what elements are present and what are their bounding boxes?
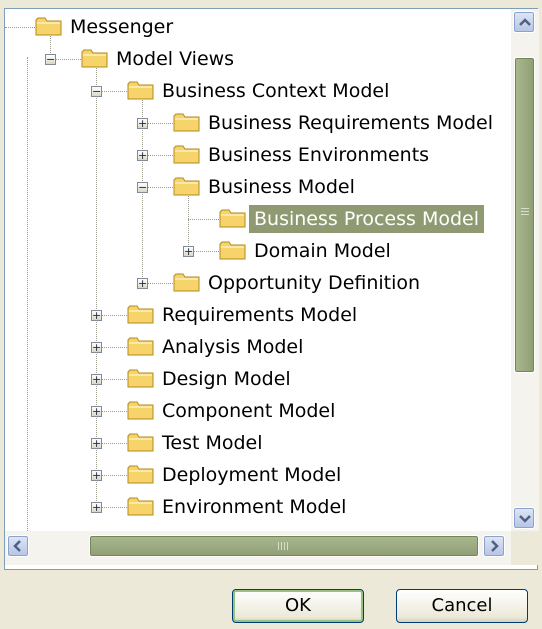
tree-item[interactable]: Messenger [5,11,511,43]
arrow-up-icon [519,18,531,26]
expand-icon[interactable]: + [91,502,102,513]
folder-icon [127,79,155,101]
tree-item[interactable]: + Domain Model [5,235,511,267]
expand-icon[interactable]: + [183,246,194,257]
expand-icon[interactable]: + [91,438,102,449]
tree-item-label: Requirements Model [162,304,358,326]
cancel-button[interactable]: Cancel [396,589,528,623]
folder-icon [173,271,201,293]
tree-item[interactable]: + Business Requirements Model [5,107,511,139]
folder-icon [127,335,155,357]
scroll-right-button[interactable] [483,535,505,557]
arrow-down-icon [519,515,531,523]
tree-item[interactable]: + Deployment Model [5,459,511,491]
horizontal-scroll-thumb[interactable] [89,535,479,557]
tree-item[interactable]: + Component Model [5,395,511,427]
tree-item-label: Business Model [208,176,355,198]
folder-icon [81,47,109,69]
folder-icon [127,399,155,421]
folder-icon [219,207,247,229]
tree-item-label: Business Requirements Model [208,112,493,134]
tree-item[interactable]: Business Process Model [5,203,511,235]
tree-item-label: Messenger [70,16,174,38]
folder-icon [219,239,247,261]
collapse-icon[interactable]: − [45,54,56,65]
expand-icon[interactable]: + [91,310,102,321]
folder-icon [127,431,155,453]
tree-item-label: Model Views [116,48,235,70]
folder-icon [35,15,63,37]
tree-item[interactable]: + Analysis Model [5,331,511,363]
ok-button[interactable]: OK [232,589,364,623]
collapse-icon[interactable]: − [137,182,148,193]
tree-item-label: Domain Model [254,240,391,262]
tree-item[interactable]: + Requirements Model [5,299,511,331]
tree-item[interactable]: − Model Views [5,43,511,75]
tree-item[interactable]: + Environment Model [5,491,511,523]
folder-icon [127,463,155,485]
folder-icon [127,303,155,325]
arrow-right-icon [491,540,499,552]
folder-icon [173,111,201,133]
tree-item-label: Business Context Model [162,80,390,102]
expand-icon[interactable]: + [91,374,102,385]
tree-item[interactable]: + Design Model [5,363,511,395]
tree-item[interactable]: − Business Model [5,171,511,203]
tree-item[interactable]: + Business Environments [5,139,511,171]
tree-item[interactable]: + Opportunity Definition [5,267,511,299]
folder-icon [127,495,155,517]
tree-item-label: Opportunity Definition [208,272,421,294]
arrow-left-icon [13,540,21,552]
folder-tree[interactable]: Messenger − Model Views − Business Context M… [5,9,511,531]
tree-item-label: Environment Model [162,496,347,518]
tree-item-label-selected: Business Process Model [249,205,484,233]
tree-item-label: Deployment Model [162,464,342,486]
expand-icon[interactable]: + [137,150,148,161]
expand-icon[interactable]: + [91,470,102,481]
collapse-icon[interactable]: − [91,86,102,97]
scroll-down-button[interactable] [513,507,535,529]
tree-connector-line [188,219,219,220]
tree-item-label: Analysis Model [162,336,304,358]
expand-icon[interactable]: + [137,118,148,129]
folder-icon [173,143,201,165]
scroll-left-button[interactable] [7,535,29,557]
tree-item-label: Design Model [162,368,291,390]
expand-icon[interactable]: + [91,406,102,417]
expand-icon[interactable]: + [91,342,102,353]
vertical-scroll-thumb[interactable] [514,57,535,373]
folder-icon [173,175,201,197]
tree-item-label: Component Model [162,400,336,422]
folder-icon [127,367,155,389]
tree-item-label: Business Environments [208,144,430,166]
tree-connector-line [5,27,35,28]
scrollbar-corner [511,531,539,565]
tree-item[interactable]: + Test Model [5,427,511,459]
scroll-up-button[interactable] [513,11,535,33]
expand-icon[interactable]: + [137,278,148,289]
folder-tree-panel: Messenger − Model Views − Business Context M… [4,8,539,570]
tree-item-label: Test Model [162,432,263,454]
tree-item[interactable]: − Business Context Model [5,75,511,107]
